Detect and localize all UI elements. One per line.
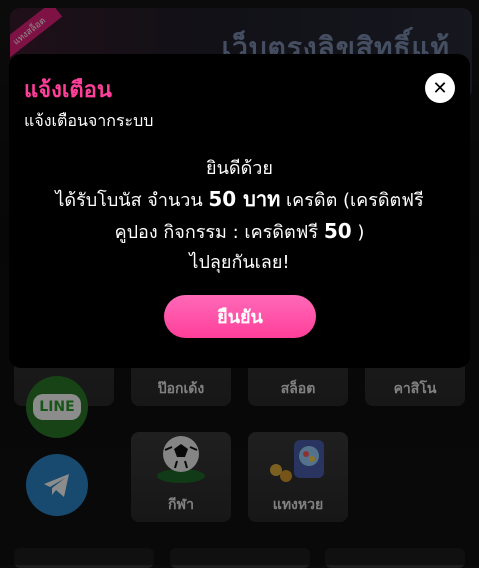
message-line-1: ยินดีด้วย (206, 158, 273, 179)
message-line-4: ไปลุยกันเลย! (189, 252, 290, 273)
bonus-amount: 50 บาท (208, 187, 281, 211)
message-line-3: คูปอง กิจกรรม : เครดิตฟรี 50 ) (9, 216, 470, 248)
message-line-2: ได้รับโบนัส จำนวน 50 บาท เครดิต (เครดิตฟ… (9, 184, 470, 216)
message-text: ) (351, 222, 365, 243)
message-text: ได้รับโบนัส จำนวน (55, 190, 209, 211)
alert-modal: แจ้งเตือน แจ้งเตือนจากระบบ ✕ ยินดีด้วย ไ… (9, 54, 470, 368)
message-text: คูปอง กิจกรรม : เครดิตฟรี (114, 222, 324, 243)
modal-subtitle: แจ้งเตือนจากระบบ (24, 111, 154, 130)
modal-title: แจ้งเตือน (24, 78, 112, 103)
credit-amount: 50 (323, 219, 352, 243)
modal-message: ยินดีด้วย ได้รับโบนัส จำนวน 50 บาท เครดิ… (9, 154, 470, 278)
message-text: เครดิต (เครดิตฟรี (280, 190, 424, 211)
close-icon: ✕ (432, 77, 448, 99)
confirm-button[interactable]: ยืนยัน (164, 295, 316, 338)
close-button[interactable]: ✕ (425, 73, 455, 103)
